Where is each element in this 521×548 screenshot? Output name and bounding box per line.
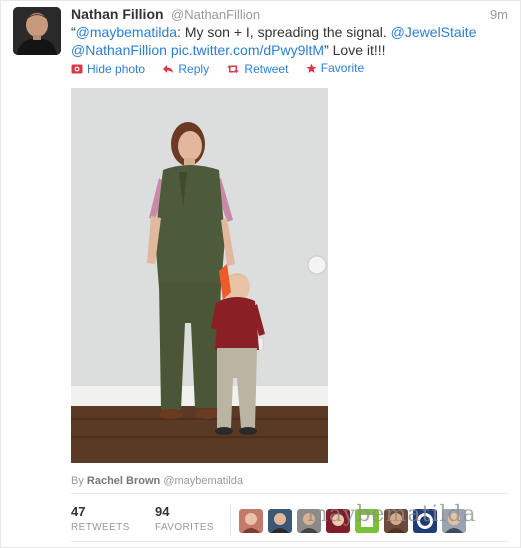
retweet-icon	[227, 64, 240, 73]
avatar-image	[13, 7, 61, 55]
stats-divider-bottom	[71, 541, 508, 542]
retweet-action[interactable]: Retweet	[226, 62, 288, 76]
retweets-stat[interactable]: 47 RETWEETS	[71, 504, 130, 533]
stats-separator	[230, 504, 231, 536]
photo-credit: By Rachel Brown @maybematilda	[71, 475, 243, 487]
retweet-label: Retweet	[244, 61, 289, 76]
tweet-actions: Hide photo Reply Retweet Favorite	[71, 61, 378, 77]
credit-by: By	[71, 475, 84, 487]
favorite-label: Favorite	[320, 61, 365, 75]
retweets-count: 47	[71, 504, 86, 519]
tweet-header: Nathan Fillion @NathanFillion 9m	[71, 6, 508, 24]
star-icon	[306, 63, 317, 73]
credit-handle[interactable]: @maybematilda	[163, 475, 243, 487]
hide-photo-label: Hide photo	[87, 61, 146, 76]
favorites-label: FAVORITES	[155, 522, 214, 533]
author-fullname[interactable]: Nathan Fillion	[71, 6, 164, 22]
favorites-count: 94	[155, 504, 170, 519]
avatar-image	[268, 509, 292, 533]
favorites-stat[interactable]: 94 FAVORITES	[155, 504, 214, 533]
tweet-text: “@maybematilda: My son + I, spreading th…	[71, 23, 511, 59]
avatar[interactable]	[13, 7, 61, 55]
mention-maybematilda[interactable]: @maybematilda	[76, 24, 177, 40]
retweets-label: RETWEETS	[71, 522, 130, 533]
credit-name[interactable]: Rachel Brown	[87, 475, 160, 487]
hide-photo-action[interactable]: Hide photo	[71, 62, 145, 76]
watermark: maybematilda	[307, 502, 477, 527]
tweet-timestamp[interactable]: 9m	[490, 7, 508, 22]
pic-link[interactable]: pic.twitter.com/dPwy9ltM	[171, 42, 324, 58]
reply-action[interactable]: Reply	[162, 62, 209, 76]
reply-icon	[163, 64, 174, 73]
mention-nathanfillion[interactable]: @NathanFillion	[71, 42, 167, 58]
reply-label: Reply	[178, 61, 210, 76]
tweet-card: Nathan Fillion @NathanFillion 9m “@maybe…	[0, 0, 521, 548]
avatar-image	[239, 509, 263, 533]
photo-icon	[71, 64, 83, 73]
stats-divider-top	[71, 493, 508, 494]
favorite-action[interactable]: Favorite	[306, 61, 364, 75]
favoriter-avatar[interactable]	[239, 509, 263, 533]
tweet-body-part-2: ” Love it!!!	[324, 42, 386, 58]
author-username[interactable]: @NathanFillion	[171, 7, 260, 22]
favoriter-avatar[interactable]	[268, 509, 292, 533]
mention-jewelstaite[interactable]: @JewelStaite	[391, 24, 477, 40]
tweet-photo[interactable]	[71, 88, 328, 463]
tweet-body-part-1: : My son + I, spreading the signal.	[177, 24, 391, 40]
photo-mother-and-son	[71, 88, 328, 463]
